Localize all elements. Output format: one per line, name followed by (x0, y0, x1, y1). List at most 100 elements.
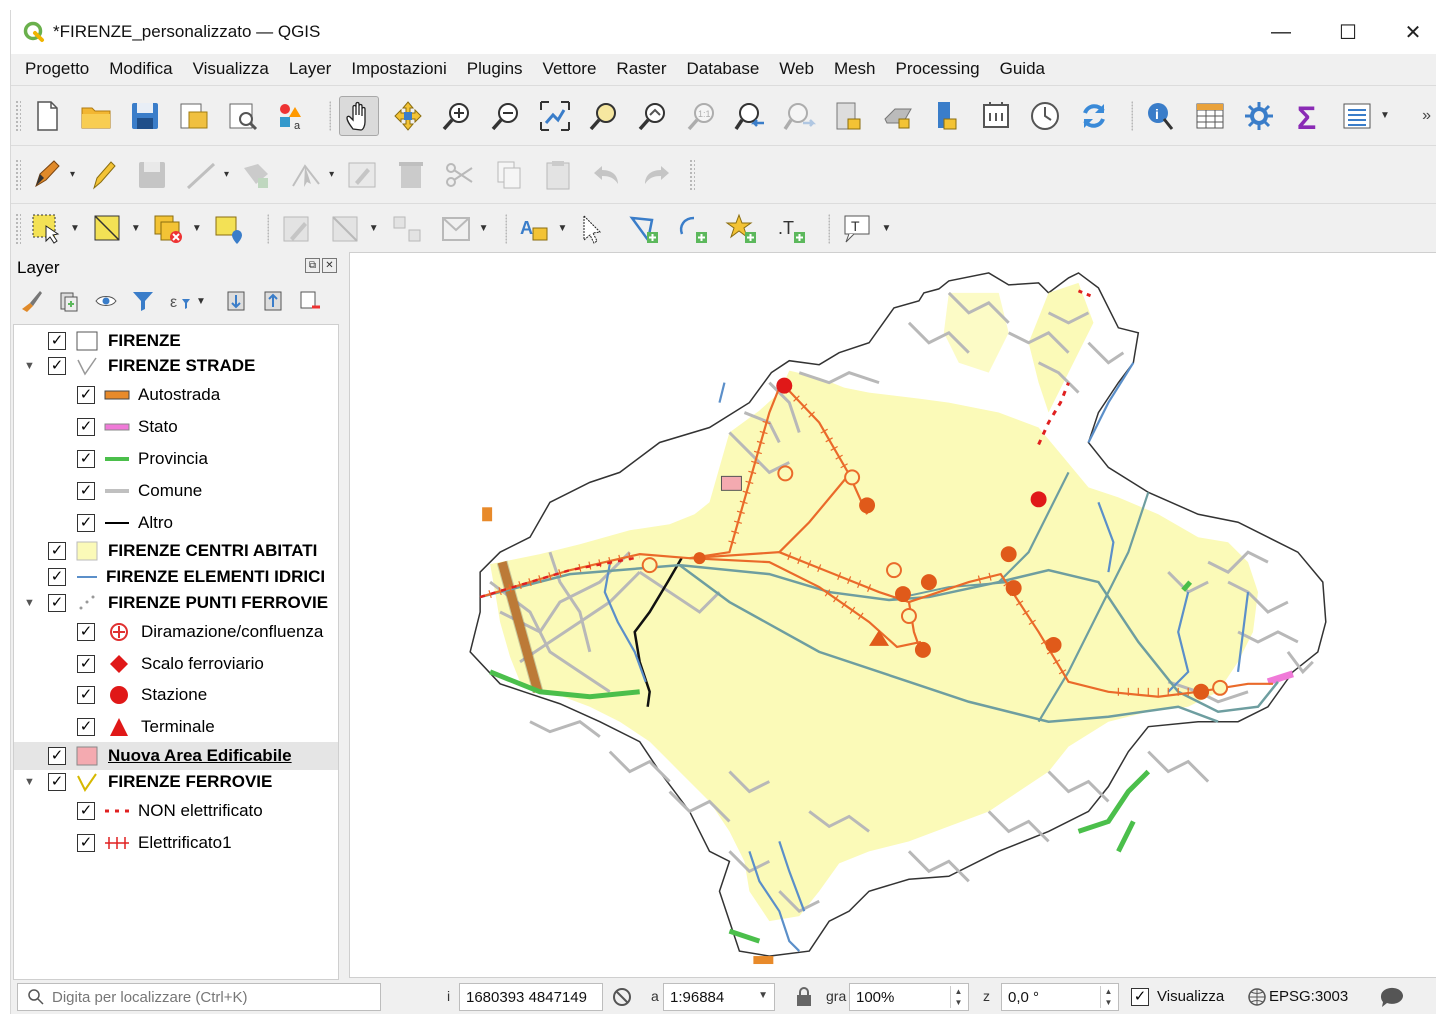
chevron-down-icon[interactable]: ▼ (758, 990, 768, 1001)
menu-vettore[interactable]: Vettore (543, 59, 597, 79)
text-annotation-button[interactable]: .T (771, 209, 811, 249)
toggle-editing-button[interactable] (83, 155, 123, 195)
style-layer-button[interactable] (17, 287, 47, 315)
globe-icon[interactable] (1247, 987, 1267, 1012)
add-vertex-button[interactable] (624, 209, 664, 249)
open-project-button[interactable] (76, 96, 116, 136)
text-tool-button[interactable]: T (838, 209, 878, 249)
layer-visibility-checkbox[interactable]: ✓ (48, 357, 66, 375)
chevron-down-icon[interactable]: ▾ (329, 169, 334, 180)
new-bookmark-button[interactable] (829, 96, 869, 136)
layer-firenze-ferrovie[interactable]: ▼ ✓ FIRENZE FERROVIE (14, 768, 338, 796)
layer-firenze[interactable]: ✓ FIRENZE (14, 327, 338, 355)
zoom-in-button[interactable] (437, 96, 477, 136)
menu-mesh[interactable]: Mesh (834, 59, 876, 79)
temporal-controller-button[interactable] (976, 96, 1016, 136)
select-polygon-button[interactable] (88, 209, 128, 249)
category-visibility-checkbox[interactable]: ✓ (77, 686, 95, 704)
menu-layer[interactable]: Layer (289, 59, 332, 79)
zoom-to-selection-button[interactable] (584, 96, 624, 136)
category-visibility-checkbox[interactable]: ✓ (77, 482, 95, 500)
legend-item-elettrificato1[interactable]: ✓ Elettrificato1 (14, 829, 338, 857)
category-visibility-checkbox[interactable]: ✓ (77, 834, 95, 852)
split-features-button[interactable] (326, 209, 366, 249)
zoom-last-button[interactable] (731, 96, 771, 136)
chevron-down-icon[interactable]: ▼ (479, 223, 489, 234)
modify-attributes-button[interactable] (342, 155, 382, 195)
legend-item-stato[interactable]: ✓ Stato (14, 413, 338, 441)
category-visibility-checkbox[interactable]: ✓ (77, 418, 95, 436)
magnifier-spinbox[interactable]: 100% ▲ ▼ (849, 983, 969, 1011)
layer-nuova-area-edificabile[interactable]: ✓ Nuova Area Edificabile (14, 742, 338, 770)
legend-item-altro[interactable]: ✓ Altro (14, 509, 338, 537)
cut-features-button[interactable] (440, 155, 480, 195)
legend-item-provincia[interactable]: ✓ Provincia (14, 445, 338, 473)
deselect-button[interactable] (149, 209, 189, 249)
redo-button[interactable] (636, 155, 676, 195)
map-render[interactable] (350, 253, 1436, 977)
chevron-down-icon[interactable]: ▼ (196, 296, 206, 307)
layer-firenze-strade[interactable]: ▼ ✓ FIRENZE STRADE (14, 352, 338, 380)
style-manager-button[interactable]: a (272, 96, 312, 136)
render-checkbox[interactable]: ✓ (1131, 988, 1149, 1006)
settings-button[interactable] (1239, 96, 1279, 136)
layer-visibility-checkbox[interactable]: ✓ (48, 594, 66, 612)
menu-plugins[interactable]: Plugins (467, 59, 523, 79)
layer-firenze-punti-ferrovie[interactable]: ▼ ✓ FIRENZE PUNTI FERROVIE (14, 589, 338, 617)
legend-item-scalo-ferroviario[interactable]: ✓ Scalo ferroviario (14, 650, 338, 678)
layer-firenze-centri-abitati[interactable]: ✓ FIRENZE CENTRI ABITATI (14, 537, 338, 565)
chevron-down-icon[interactable]: ▼ (369, 223, 379, 234)
vertex-tool-button[interactable] (286, 155, 326, 195)
legend-item-non-elettrificato[interactable]: ✓ NON elettrificato (14, 797, 338, 825)
manage-map-themes-button[interactable] (91, 287, 121, 315)
rotation-spinbox[interactable]: 0,0 ° ▲ ▼ (1001, 983, 1119, 1011)
layer-visibility-checkbox[interactable]: ✓ (48, 747, 66, 765)
minimize-button[interactable]: — (1266, 18, 1296, 46)
chevron-down-icon[interactable]: ▾ (70, 169, 75, 180)
layer-visibility-checkbox[interactable]: ✓ (48, 332, 66, 350)
add-star-button[interactable] (722, 209, 762, 249)
statistics-button[interactable]: Σ (1288, 96, 1328, 136)
save-edits-button[interactable] (132, 155, 172, 195)
pan-to-selection-button[interactable] (388, 96, 428, 136)
new-project-button[interactable] (27, 96, 67, 136)
layout-manager-button[interactable] (223, 96, 263, 136)
scale-combobox[interactable]: 1:96884 ▼ (663, 983, 775, 1011)
attribute-table-button[interactable] (1190, 96, 1230, 136)
remove-layer-button[interactable] (295, 287, 325, 315)
close-button[interactable]: ✕ (1398, 18, 1428, 46)
menu-processing[interactable]: Processing (896, 59, 980, 79)
chevron-down-icon[interactable]: ▼ (131, 223, 141, 234)
reshape-features-button[interactable] (436, 209, 476, 249)
crs-label[interactable]: EPSG:3003 (1269, 988, 1348, 1005)
filter-legend-button[interactable] (128, 287, 158, 315)
spinbox-arrows-icon[interactable]: ▲ ▼ (1100, 986, 1116, 1008)
menu-impostazioni[interactable]: Impostazioni (351, 59, 446, 79)
toolbar-grip[interactable] (15, 99, 21, 132)
digitize-line-button[interactable] (181, 155, 221, 195)
toolbox-button[interactable] (1337, 96, 1377, 136)
category-visibility-checkbox[interactable]: ✓ (77, 623, 95, 641)
coordinate-field[interactable]: 1680393 4847149 (459, 983, 603, 1011)
category-visibility-checkbox[interactable]: ✓ (77, 718, 95, 736)
merge-features-button[interactable] (387, 209, 427, 249)
menu-guida[interactable]: Guida (1000, 59, 1045, 79)
toolbar-overflow-icon[interactable]: » (1422, 107, 1431, 125)
add-feature-button[interactable] (237, 155, 277, 195)
paste-features-button[interactable] (538, 155, 578, 195)
toolbar-grip[interactable] (15, 212, 21, 245)
menu-visualizza[interactable]: Visualizza (193, 59, 269, 79)
category-visibility-checkbox[interactable]: ✓ (77, 802, 95, 820)
toolbar-grip[interactable] (15, 158, 21, 191)
show-bookmarks-button[interactable] (878, 96, 918, 136)
maximize-button[interactable]: ☐ (1333, 18, 1363, 46)
legend-item-autostrada[interactable]: ✓ Autostrada (14, 381, 338, 409)
clock-button[interactable] (1025, 96, 1065, 136)
category-visibility-checkbox[interactable]: ✓ (77, 450, 95, 468)
legend-item-comune[interactable]: ✓ Comune (14, 477, 338, 505)
undock-icon[interactable]: ⧉ (305, 258, 320, 273)
zoom-native-button[interactable]: 1:1 (682, 96, 722, 136)
label-tool-button[interactable]: A (515, 209, 555, 249)
collapse-all-button[interactable] (258, 287, 288, 315)
legend-item-stazione[interactable]: ✓ Stazione (14, 681, 338, 709)
